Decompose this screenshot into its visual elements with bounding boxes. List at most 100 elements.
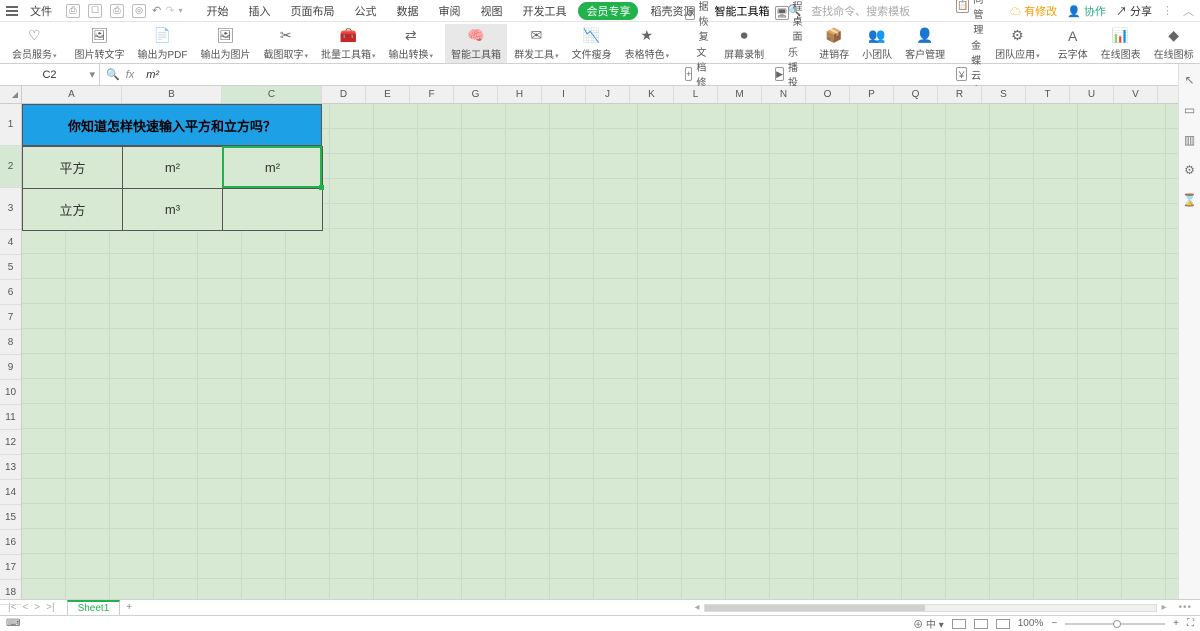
fx-icon[interactable]: fx	[126, 69, 135, 81]
view-break-icon[interactable]	[996, 619, 1010, 629]
row-header[interactable]: 7	[0, 305, 21, 330]
cell[interactable]: 平方	[23, 147, 123, 189]
col-header[interactable]: J	[586, 86, 630, 103]
side-select-icon[interactable]: ↖	[1182, 72, 1198, 88]
col-header[interactable]: M	[718, 86, 762, 103]
rb-team[interactable]: 👥小团队	[856, 24, 898, 63]
rb-feature[interactable]: ★表格特色	[619, 24, 676, 63]
side-filter-icon[interactable]: ▥	[1182, 132, 1198, 148]
name-box[interactable]: C2▾	[0, 64, 100, 85]
sheet-last-icon[interactable]: >|	[46, 602, 54, 613]
col-header[interactable]: H	[498, 86, 542, 103]
zoom-in-button[interactable]: +	[1173, 618, 1179, 629]
add-sheet-button[interactable]: +	[126, 602, 132, 613]
status-input-icon[interactable]: ⌨	[6, 618, 20, 629]
rb-font[interactable]: A云字体	[1052, 24, 1094, 63]
tab-dev[interactable]: 开发工具	[514, 1, 574, 21]
fx-search-icon[interactable]: 🔍	[106, 68, 120, 81]
row-header[interactable]: 15	[0, 505, 21, 530]
row-header[interactable]: 9	[0, 355, 21, 380]
tab-start[interactable]: 开始	[198, 1, 236, 21]
formula-input[interactable]: m²	[140, 69, 1182, 81]
col-header[interactable]: V	[1114, 86, 1158, 103]
hamburger-icon[interactable]	[6, 6, 18, 16]
row-header[interactable]: 3	[0, 188, 21, 230]
unsaved-indicator[interactable]: ☁ 有修改	[1010, 3, 1057, 19]
cell[interactable]: m²	[223, 147, 323, 189]
rb-send[interactable]: ✉群发工具	[508, 24, 565, 63]
row-header[interactable]: 18	[0, 580, 21, 605]
fullscreen-icon[interactable]: ⛶	[1187, 618, 1194, 629]
print-icon[interactable]: ⎙	[110, 4, 124, 18]
tab-layout[interactable]: 页面布局	[282, 1, 342, 21]
rb-ocr[interactable]: ✂截图取字	[258, 24, 315, 63]
rb-pdf[interactable]: 📄输出为PDF	[132, 24, 194, 63]
row-header[interactable]: 10	[0, 380, 21, 405]
col-header[interactable]: I	[542, 86, 586, 103]
col-header[interactable]: P	[850, 86, 894, 103]
cell[interactable]: m²	[123, 147, 223, 189]
view-page-icon[interactable]	[974, 619, 988, 629]
col-header[interactable]: C	[222, 86, 322, 103]
cell-title[interactable]: 你知道怎样快速输入平方和立方吗？	[22, 104, 322, 146]
redo-icon[interactable]: ↷	[165, 4, 174, 17]
row-header[interactable]: 13	[0, 455, 21, 480]
col-header[interactable]: B	[122, 86, 222, 103]
col-header[interactable]: E	[366, 86, 410, 103]
col-header[interactable]: U	[1070, 86, 1114, 103]
row-header[interactable]: 6	[0, 280, 21, 305]
row-header[interactable]: 17	[0, 555, 21, 580]
status-ime-icon[interactable]: ⊕ 中 ▾	[913, 616, 944, 631]
rb-convert[interactable]: ⇄输出转换	[383, 24, 440, 63]
collab-button[interactable]: 👤 协作	[1067, 3, 1106, 19]
collapse-ribbon-icon[interactable]: ︿	[1183, 3, 1194, 19]
fill-handle[interactable]	[319, 185, 324, 190]
preview-icon[interactable]: ◎	[132, 4, 146, 18]
undo-icon[interactable]: ↶	[152, 4, 161, 17]
col-header[interactable]: D	[322, 86, 366, 103]
tab-vip[interactable]: 会员专享	[578, 2, 638, 20]
cell[interactable]: m³	[123, 189, 223, 231]
select-all-corner[interactable]: ◢	[0, 86, 21, 104]
tab-data[interactable]: 数据	[388, 1, 426, 21]
row-header[interactable]: 11	[0, 405, 21, 430]
rb-icons[interactable]: ◆在线图标	[1148, 24, 1200, 63]
row-header[interactable]: 8	[0, 330, 21, 355]
view-normal-icon[interactable]	[952, 619, 966, 629]
col-header[interactable]: R	[938, 86, 982, 103]
horizontal-scrollbar[interactable]: ◂ ▸	[690, 603, 1170, 613]
tab-view[interactable]: 视图	[472, 1, 510, 21]
cell[interactable]	[223, 189, 323, 231]
cell[interactable]: 立方	[23, 189, 123, 231]
rb-inventory[interactable]: 📦进销存	[813, 24, 855, 63]
rb-slim[interactable]: 📉文件瘦身	[566, 24, 618, 63]
side-style-icon[interactable]: ▭	[1182, 102, 1198, 118]
search-input[interactable]: 查找命令、搜索模板	[811, 3, 910, 19]
side-settings-icon[interactable]: ⚙	[1182, 162, 1198, 178]
tab-insert[interactable]: 插入	[240, 1, 278, 21]
row-header[interactable]: 1	[0, 104, 21, 146]
col-header[interactable]: K	[630, 86, 674, 103]
rb-img[interactable]: 🖼输出为图片	[195, 24, 257, 63]
zoom-out-button[interactable]: −	[1051, 618, 1057, 629]
rb-recover[interactable]: ↺数据恢复	[685, 0, 713, 43]
col-header[interactable]: T	[1026, 86, 1070, 103]
rb-contract[interactable]: 📋合同管理	[956, 0, 984, 36]
row-header[interactable]: 2	[0, 146, 21, 188]
share-button[interactable]: ↗ 分享	[1116, 3, 1152, 19]
menu-file[interactable]: 文件	[22, 1, 60, 21]
rb-screenrec[interactable]: ⏺屏幕录制	[718, 24, 770, 63]
save-icon[interactable]: ⎙	[66, 4, 80, 18]
rb-chart[interactable]: 📊在线图表	[1095, 24, 1147, 63]
zoom-label[interactable]: 100%	[1018, 618, 1044, 629]
rb-batch[interactable]: 🧰批量工具箱	[315, 24, 382, 63]
col-header[interactable]: G	[454, 86, 498, 103]
rb-smart[interactable]: 🧠智能工具箱	[445, 24, 507, 63]
col-header[interactable]: S	[982, 86, 1026, 103]
rb-member[interactable]: ♡会员服务	[6, 24, 63, 63]
rb-crm[interactable]: 👤客户管理	[899, 24, 951, 63]
row-header[interactable]: 5	[0, 255, 21, 280]
col-header[interactable]: N	[762, 86, 806, 103]
row-header[interactable]: 12	[0, 430, 21, 455]
more-icon[interactable]: ⋮	[1162, 4, 1173, 17]
